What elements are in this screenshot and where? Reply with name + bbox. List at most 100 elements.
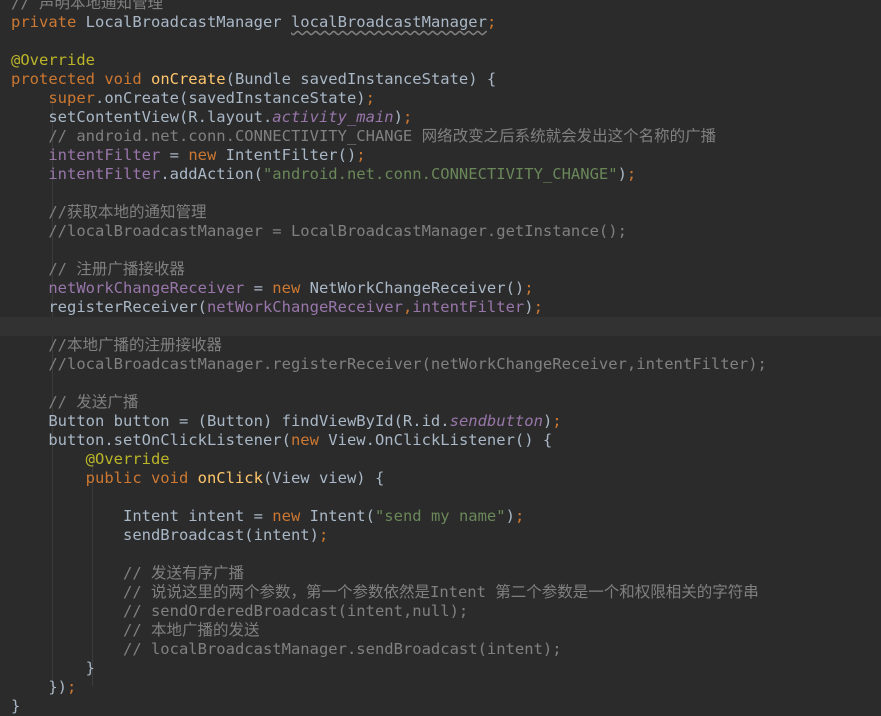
code-token: //localBroadcastManager = LocalBroadcast… xyxy=(48,222,627,240)
code-line[interactable]: setContentView(R.layout.activity_main); xyxy=(0,108,881,127)
code-line[interactable]: // localBroadcastManager.sendBroadcast(i… xyxy=(0,640,881,659)
code-line[interactable]: netWorkChangeReceiver = new NetWorkChang… xyxy=(0,279,881,298)
code-token: sendBroadcast(intent) xyxy=(11,526,319,544)
code-token: ) xyxy=(505,507,515,525)
code-token: onClick xyxy=(197,469,263,487)
code-token: @Override xyxy=(85,450,170,468)
code-token: new xyxy=(272,507,310,525)
code-token: netWorkChangeReceiver xyxy=(206,298,403,316)
code-line[interactable]: @Override xyxy=(0,51,881,70)
code-token: super xyxy=(48,89,95,107)
code-line[interactable]: Button button = (Button) findViewById(R.… xyxy=(0,412,881,431)
code-line[interactable]: // android.net.conn.CONNECTIVITY_CHANGE … xyxy=(0,127,881,146)
code-token: button.setOnClickListener( xyxy=(11,431,291,449)
code-line[interactable]: //localBroadcastManager = LocalBroadcast… xyxy=(0,222,881,241)
code-token: Intent( xyxy=(309,507,375,525)
code-token: // 注册广播接收器 xyxy=(48,260,185,278)
code-token: @Override xyxy=(11,51,95,69)
code-line[interactable]: //本地广播的注册接收器 xyxy=(0,336,881,355)
code-token: }) xyxy=(11,678,67,696)
code-line[interactable]: // 注册广播接收器 xyxy=(0,260,881,279)
code-token: ) xyxy=(542,412,553,430)
code-token: , xyxy=(402,298,413,316)
code-token: //获取本地的通知管理 xyxy=(48,203,207,221)
code-token: LocalBroadcastManager xyxy=(85,13,291,31)
code-editor[interactable]: // 声明本地通知管理 private LocalBroadcastManager… xyxy=(0,0,881,715)
code-line[interactable]: } xyxy=(0,659,881,678)
code-token: = xyxy=(160,146,189,164)
code-token: ; xyxy=(552,412,562,430)
code-line[interactable] xyxy=(0,488,881,507)
code-line[interactable]: // 发送广播 xyxy=(0,393,881,412)
code-token: // localBroadcastManager.sendBroadcast(i… xyxy=(122,640,562,658)
code-token: activity_main xyxy=(272,108,394,126)
code-line[interactable]: // sendOrderedBroadcast(intent,null); xyxy=(0,602,881,621)
code-line[interactable] xyxy=(0,184,881,203)
code-token: localBroadcastManager xyxy=(290,13,487,31)
code-line[interactable] xyxy=(0,32,881,51)
code-token: // 声明本地通知管理 xyxy=(11,0,163,12)
code-token: View.OnClickListener() { xyxy=(328,431,553,449)
code-token: = xyxy=(244,279,273,297)
code-token: //本地广播的注册接收器 xyxy=(48,336,222,354)
code-line[interactable]: // 说说这里的两个参数，第一个参数依然是Intent 第二个参数是一个和权限相… xyxy=(0,583,881,602)
code-token: ) xyxy=(393,108,403,126)
code-line[interactable]: //获取本地的通知管理 xyxy=(0,203,881,222)
code-line[interactable] xyxy=(0,374,881,393)
code-token: ; xyxy=(524,279,534,297)
code-token: // 发送广播 xyxy=(48,393,139,411)
code-line[interactable]: protected void onCreate(Bundle savedInst… xyxy=(0,70,881,89)
code-token: } xyxy=(11,697,21,715)
code-line[interactable]: public void onClick(View view) { xyxy=(0,469,881,488)
code-line[interactable]: private LocalBroadcastManager localBroad… xyxy=(0,13,881,32)
code-line[interactable]: //localBroadcastManager.registerReceiver… xyxy=(0,355,881,374)
code-token: intentFilter xyxy=(48,165,161,183)
code-token: NetWorkChangeReceiver() xyxy=(309,279,525,297)
code-line[interactable]: @Override xyxy=(0,450,881,469)
code-token: Button button = (Button) findViewById(R.… xyxy=(11,412,450,430)
code-token: Intent intent = xyxy=(11,507,273,525)
code-token: public void xyxy=(85,469,198,487)
code-token: intentFilter xyxy=(48,146,161,164)
code-token: ; xyxy=(402,108,413,126)
code-token: (Bundle savedInstanceState) { xyxy=(225,70,497,88)
code-token: } xyxy=(11,659,95,677)
code-token: // sendOrderedBroadcast(intent,null); xyxy=(122,602,469,620)
code-token: intentFilter xyxy=(412,298,525,316)
code-token: //localBroadcastManager.registerReceiver… xyxy=(48,355,767,373)
code-token: "send my name" xyxy=(374,507,506,525)
code-line[interactable]: intentFilter = new IntentFilter(); xyxy=(0,146,881,165)
code-line[interactable]: // 声明本地通知管理 xyxy=(0,0,881,13)
code-line[interactable]: }); xyxy=(0,678,881,697)
code-line[interactable]: registerReceiver(netWorkChangeReceiver,i… xyxy=(0,298,881,317)
code-token: sendbutton xyxy=(449,412,543,430)
code-line[interactable]: // 发送有序广播 xyxy=(0,564,881,583)
code-line[interactable]: // 本地广播的发送 xyxy=(0,621,881,640)
code-token: // android.net.conn.CONNECTIVITY_CHANGE … xyxy=(48,127,717,145)
code-line[interactable] xyxy=(0,241,881,260)
code-line[interactable] xyxy=(0,317,881,336)
code-line[interactable]: sendBroadcast(intent); xyxy=(0,526,881,545)
code-line[interactable]: intentFilter.addAction("android.net.conn… xyxy=(0,165,881,184)
code-token: ; xyxy=(626,165,637,183)
code-line[interactable]: button.setOnClickListener(new View.OnCli… xyxy=(0,431,881,450)
code-token: ) xyxy=(617,165,627,183)
code-token: setContentView(R.layout. xyxy=(11,108,273,126)
code-line[interactable] xyxy=(0,545,881,564)
code-token: .addAction( xyxy=(160,165,263,183)
code-line[interactable]: Intent intent = new Intent("send my name… xyxy=(0,507,881,526)
code-token: .onCreate(savedInstanceState) xyxy=(95,89,366,107)
code-line[interactable]: } xyxy=(0,697,881,716)
code-line[interactable]: super.onCreate(savedInstanceState); xyxy=(0,89,881,108)
code-token: ; xyxy=(67,678,77,696)
